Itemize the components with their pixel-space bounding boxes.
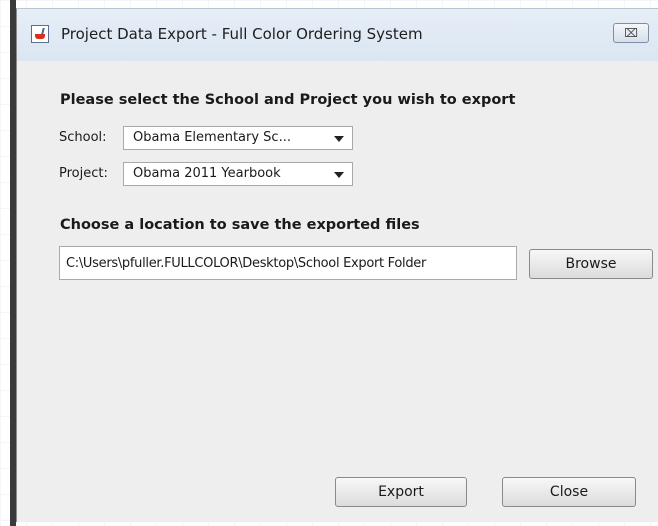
selection-heading: Please select the School and Project you… [60, 92, 516, 108]
chevron-down-icon[interactable] [334, 136, 344, 142]
project-dropdown-value: Obama 2011 Yearbook [133, 166, 281, 181]
export-button[interactable]: Export [335, 477, 467, 507]
school-label: School: [59, 130, 107, 145]
close-button[interactable]: Close [502, 477, 636, 507]
java-cup-icon [31, 25, 49, 43]
window-title: Project Data Export - Full Color Orderin… [61, 25, 423, 43]
browse-button[interactable]: Browse [529, 249, 653, 279]
screen: Project Data Export - Full Color Orderin… [0, 0, 658, 526]
title-bar[interactable]: Project Data Export - Full Color Orderin… [17, 9, 658, 61]
window-close-button[interactable]: ⌧ [613, 23, 649, 43]
school-dropdown-value: Obama Elementary Sc... [133, 130, 291, 145]
school-dropdown[interactable]: Obama Elementary Sc... [123, 126, 353, 150]
project-label: Project: [59, 166, 108, 181]
chevron-down-icon[interactable] [334, 172, 344, 178]
export-path-input[interactable] [59, 246, 517, 280]
location-heading: Choose a location to save the exported f… [60, 217, 420, 233]
project-dropdown[interactable]: Obama 2011 Yearbook [123, 162, 353, 186]
export-dialog: Project Data Export - Full Color Orderin… [16, 8, 658, 522]
